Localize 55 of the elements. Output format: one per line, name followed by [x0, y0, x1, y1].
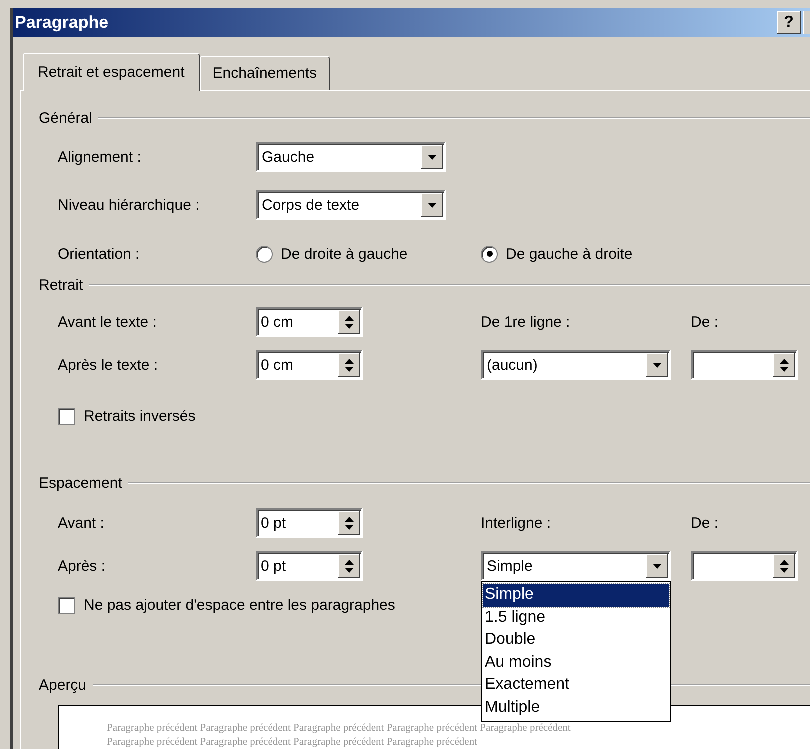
- field-label: De :: [691, 314, 720, 330]
- preview-text: Paragraphe précédent Paragraphe précédent Paragraphe précédent Paragraphe précédent Paragraphe précédent: [107, 722, 571, 736]
- section-title: Général: [39, 110, 92, 126]
- section-title: Aperçu: [39, 676, 87, 694]
- caret-icon: [652, 362, 662, 368]
- field-label: De 1re ligne :: [481, 314, 572, 330]
- spin-buttons[interactable]: [773, 353, 795, 377]
- checkbox[interactable]: [58, 597, 75, 614]
- dropdown[interactable]: (aucun): [481, 350, 671, 380]
- checkbox-label: Ne pas ajouter d'espace entre les paragraphes: [84, 597, 396, 614]
- field-label: Niveau hiérarchique :: [58, 196, 201, 214]
- caret-icon: [652, 564, 662, 568]
- field-label: Avant le texte :: [58, 314, 158, 330]
- spin-field[interactable]: 0 pt: [256, 551, 363, 581]
- field-label: Interligne :: [481, 514, 552, 532]
- dropdown-option[interactable]: 1.5 ligne: [483, 606, 669, 629]
- spin-buttons[interactable]: [338, 511, 360, 535]
- dropdown-option[interactable]: Simple: [483, 584, 669, 606]
- help-button[interactable]: ?: [777, 11, 801, 34]
- field-label: Alignement :: [58, 148, 142, 166]
- spin-buttons[interactable]: [773, 554, 795, 578]
- spin-field[interactable]: 0 cm: [256, 350, 363, 380]
- section-title: Espacement: [39, 474, 122, 492]
- dropdown-option[interactable]: Multiple: [483, 696, 669, 719]
- preview-text: Paragraphe précédent Paragraphe précédent Paragraphe précédent Paragraphe précédent: [107, 736, 478, 749]
- checkbox-label: Retraits inversés: [84, 408, 196, 425]
- radio-label: De gauche à droite: [506, 246, 633, 262]
- field-label: De :: [691, 514, 720, 532]
- spin-buttons[interactable]: [338, 554, 360, 578]
- caret-icon: [428, 154, 436, 160]
- dropdown-option[interactable]: Double: [483, 629, 669, 652]
- tab[interactable]: Retrait et espacement: [23, 53, 200, 91]
- radio-button[interactable]: [481, 246, 498, 262]
- spin-buttons[interactable]: [338, 353, 360, 377]
- dropdown[interactable]: Gauche: [256, 142, 446, 172]
- field-label: Avant :: [58, 514, 106, 532]
- radio-label: De droite à gauche: [281, 246, 408, 262]
- spin-field[interactable]: 0 pt: [256, 508, 363, 538]
- tab[interactable]: Enchaînements: [200, 56, 330, 90]
- field-label: Après le texte :: [58, 356, 160, 374]
- section-title: Retrait: [39, 276, 84, 294]
- spin-field[interactable]: [691, 551, 798, 581]
- field-label: Orientation :: [58, 246, 141, 262]
- radio-button[interactable]: [256, 246, 273, 262]
- dropdown-option[interactable]: Exactement: [483, 674, 669, 696]
- spin-buttons[interactable]: [338, 310, 360, 334]
- dropdown[interactable]: Simple: [481, 551, 671, 581]
- spin-field[interactable]: 0 cm: [256, 307, 363, 337]
- window-title: Paragraphe: [15, 12, 110, 32]
- spin-field[interactable]: [691, 350, 798, 380]
- checkbox[interactable]: [58, 408, 75, 425]
- caret-icon: [428, 202, 436, 208]
- dropdown-option[interactable]: Au moins: [483, 652, 669, 674]
- dropdown[interactable]: Corps de texte: [256, 190, 446, 220]
- field-label: Après :: [58, 558, 107, 574]
